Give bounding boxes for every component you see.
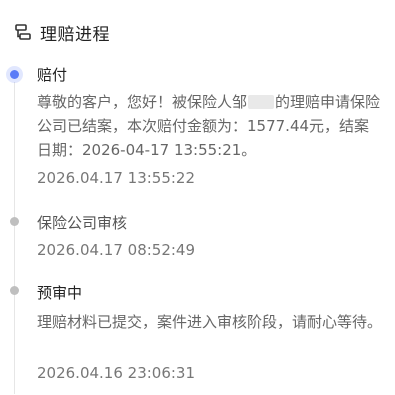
- step-title: 保险公司审核: [37, 214, 128, 232]
- step-timestamp: 2026.04.17 13:55:22: [37, 169, 196, 187]
- step-title: 预审中: [37, 284, 83, 302]
- step-description: 理赔材料已提交，案件进入审核阶段，请耐心等待。: [37, 313, 383, 331]
- process-flow-icon: [14, 23, 32, 41]
- step-timestamp: 2026.04.17 08:52:49: [37, 241, 196, 259]
- timeline-dot: [10, 286, 19, 295]
- masked-name: [248, 95, 275, 109]
- timeline-dot-active: [10, 70, 19, 79]
- step-timestamp: 2026.04.16 23:06:31: [37, 364, 196, 382]
- page-header: 理赔进程: [14, 20, 110, 45]
- page-title: 理赔进程: [40, 24, 110, 45]
- step-description: 尊敬的客户，您好！被保险人邹 的理赔申请保险公司已结案，本次赔付金额为：1577.…: [37, 90, 382, 162]
- timeline-dot: [10, 217, 19, 226]
- timeline-rail: [14, 82, 15, 394]
- step-title: 赔付: [37, 66, 68, 84]
- step-description-part1: 尊敬的客户，您好！被保险人邹: [37, 93, 248, 111]
